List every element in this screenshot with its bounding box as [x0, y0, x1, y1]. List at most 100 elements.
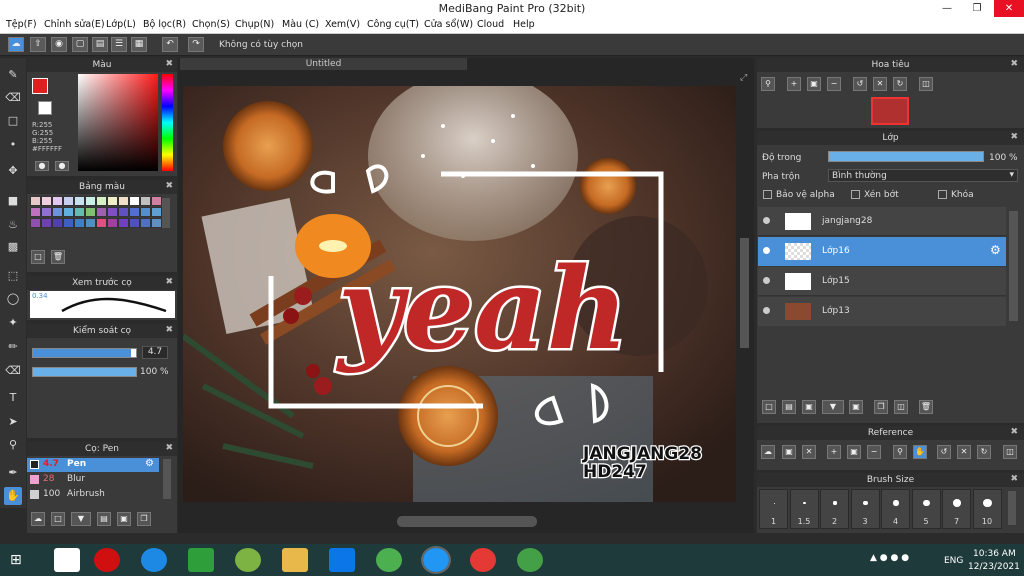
- palette-swatch[interactable]: [129, 218, 140, 228]
- palette-swatch[interactable]: [74, 207, 85, 217]
- menu-file[interactable]: Tệp(F): [6, 19, 37, 30]
- chrome-app-icon-2[interactable]: [470, 548, 496, 572]
- palette-swatch[interactable]: [129, 196, 140, 206]
- panel-close-icon[interactable]: ✖: [1010, 59, 1018, 69]
- palette-scrollbar[interactable]: [162, 198, 170, 228]
- comment-icon[interactable]: ◉: [51, 37, 67, 52]
- flip-icon[interactable]: ◫: [1003, 445, 1017, 459]
- dropper-tool-icon[interactable]: ⚲: [4, 436, 22, 454]
- rotate-right-icon[interactable]: ↻: [893, 77, 907, 91]
- bucket-tool-icon[interactable]: ♨: [4, 216, 22, 234]
- brush-size-slider[interactable]: [32, 348, 137, 358]
- panel-close-icon[interactable]: ✖: [165, 443, 173, 453]
- eraser-tool-icon[interactable]: ⌫: [4, 89, 22, 107]
- gradient-tool-icon[interactable]: ▩: [4, 238, 22, 256]
- brush-size-cell[interactable]: 1.5: [789, 489, 819, 529]
- eye-icon[interactable]: [763, 217, 770, 224]
- select-eraser-icon[interactable]: ⌫: [4, 362, 22, 380]
- palette-swatch[interactable]: [52, 218, 63, 228]
- new-8bit-layer-icon[interactable]: ▣: [802, 400, 816, 414]
- color-add-icon[interactable]: ●: [55, 161, 69, 171]
- magic-wand-icon[interactable]: ✦: [4, 314, 22, 332]
- brush-size-scrollbar[interactable]: [1008, 491, 1016, 525]
- language-indicator[interactable]: ENG: [944, 556, 963, 566]
- brush-item[interactable]: 100 Airbrush: [27, 488, 159, 502]
- brush-menu-icon[interactable]: ▼: [71, 512, 91, 526]
- palette-swatch[interactable]: [74, 218, 85, 228]
- reset-view-icon[interactable]: ✕: [957, 445, 971, 459]
- doc-icon[interactable]: ▤: [92, 37, 108, 52]
- delete-layer-icon[interactable]: 🗑: [919, 400, 933, 414]
- secondary-color-swatch[interactable]: [38, 101, 52, 115]
- menu-layer[interactable]: Lớp(L): [106, 19, 136, 30]
- pen-tool-icon[interactable]: ✒: [4, 464, 22, 482]
- document-tab[interactable]: Untitled: [180, 58, 467, 70]
- select-tool-icon[interactable]: ⬚: [4, 267, 22, 285]
- windows-start-icon[interactable]: ⊞: [10, 552, 22, 568]
- palette-swatch[interactable]: [52, 196, 63, 206]
- zoom-out-icon[interactable]: −: [867, 445, 881, 459]
- canvas-vertical-scrollbar[interactable]: [740, 238, 749, 348]
- medibang-app-icon[interactable]: [421, 546, 451, 574]
- palette-swatch[interactable]: [41, 196, 52, 206]
- minimize-button[interactable]: —: [932, 0, 962, 17]
- brush-copy-icon[interactable]: ▤: [97, 512, 111, 526]
- panel-close-icon[interactable]: ✖: [1010, 474, 1018, 484]
- menu-window[interactable]: Cửa sổ(W): [424, 19, 473, 30]
- palette-swatch[interactable]: [30, 196, 41, 206]
- brush-size-cell[interactable]: 5: [911, 489, 941, 529]
- palette-swatch[interactable]: [96, 218, 107, 228]
- palette-add-icon[interactable]: □: [31, 250, 45, 264]
- brush-tool-icon[interactable]: ✎: [4, 66, 22, 84]
- brush-size-cell[interactable]: 4: [881, 489, 910, 529]
- rotate-left-icon[interactable]: ↺: [937, 445, 951, 459]
- flip-icon[interactable]: ◫: [919, 77, 933, 91]
- edge-app-icon[interactable]: [141, 548, 167, 572]
- palette-swatch[interactable]: [41, 207, 52, 217]
- layer-opacity-slider[interactable]: [828, 151, 984, 162]
- grid-icon[interactable]: ▦: [131, 37, 147, 52]
- dot-tool-icon[interactable]: •: [4, 136, 22, 154]
- opera-app-icon[interactable]: [94, 548, 120, 572]
- layer-row[interactable]: Lớp13: [758, 297, 1006, 326]
- window-icon[interactable]: ▢: [72, 37, 88, 52]
- rect-tool-icon[interactable]: □: [4, 112, 22, 130]
- rotate-left-icon[interactable]: ↺: [853, 77, 867, 91]
- saturation-value-picker[interactable]: [78, 74, 158, 171]
- palette-swatch[interactable]: [85, 218, 96, 228]
- panel-close-icon[interactable]: ✖: [165, 325, 173, 335]
- color-plus-icon[interactable]: ●: [35, 161, 49, 171]
- brush-duplicate-icon[interactable]: ❐: [137, 512, 151, 526]
- eye-icon[interactable]: [763, 247, 770, 254]
- chrome-app-icon[interactable]: [376, 548, 402, 572]
- brush-size-cell[interactable]: 1: [759, 489, 788, 529]
- palette-swatch[interactable]: [30, 207, 41, 217]
- panel-close-icon[interactable]: ✖: [165, 277, 173, 287]
- brush-size-value[interactable]: 4.7: [142, 346, 168, 359]
- clock-time[interactable]: 10:36 AM: [973, 549, 1016, 559]
- coccoc-app-icon[interactable]: [235, 548, 261, 572]
- lasso-tool-icon[interactable]: ◯: [4, 290, 22, 308]
- panel-close-icon[interactable]: ✖: [1010, 132, 1018, 142]
- palette-swatch[interactable]: [107, 218, 118, 228]
- brush-list-scrollbar[interactable]: [163, 459, 171, 499]
- dropper-icon[interactable]: ⚲: [893, 445, 907, 459]
- clock-date[interactable]: 12/23/2021: [968, 562, 1020, 572]
- move-tool-icon[interactable]: ✥: [4, 162, 22, 180]
- gear-icon[interactable]: ⚙: [990, 243, 1001, 257]
- artwork[interactable]: yeah JANGJANG28 HD247: [183, 86, 736, 502]
- zoom-out-icon[interactable]: −: [827, 77, 841, 91]
- gear-icon[interactable]: ⚙: [145, 458, 154, 469]
- clipping-checkbox[interactable]: [851, 190, 860, 199]
- palette-swatch[interactable]: [151, 207, 162, 217]
- palette-delete-icon[interactable]: 🗑: [51, 250, 65, 264]
- close-icon[interactable]: ✕: [802, 445, 816, 459]
- explorer-app-icon[interactable]: [282, 548, 308, 572]
- panel-close-icon[interactable]: ✖: [1010, 427, 1018, 437]
- fit-window-icon[interactable]: ▣: [807, 77, 821, 91]
- rotate-right-icon[interactable]: ↻: [977, 445, 991, 459]
- new-halftone-layer-icon[interactable]: ▤: [782, 400, 796, 414]
- palette-swatch[interactable]: [96, 196, 107, 206]
- eye-icon[interactable]: [763, 277, 770, 284]
- primary-color-swatch[interactable]: [32, 78, 48, 94]
